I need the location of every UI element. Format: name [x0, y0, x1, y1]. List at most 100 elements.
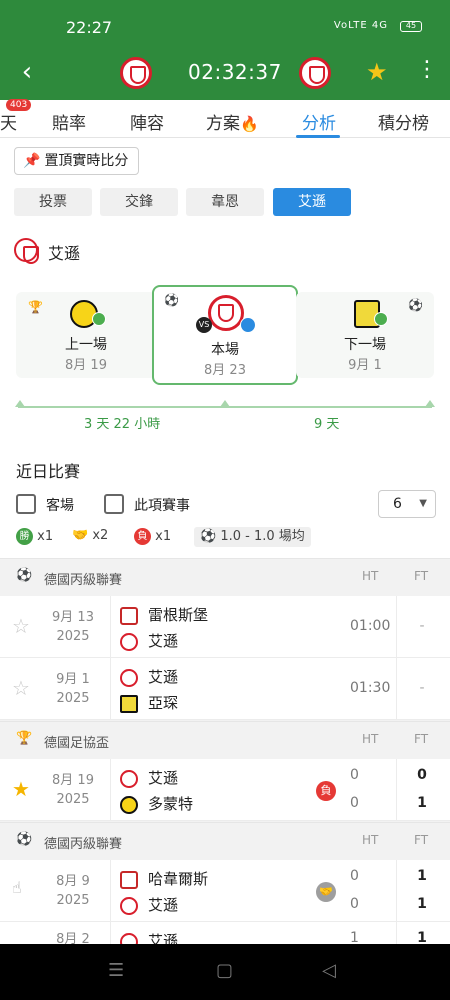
ball-icon: ⚽ — [200, 529, 217, 544]
ft-score: - — [419, 680, 425, 696]
match-row[interactable]: ☆ 9月 13 2025 雷根斯堡 艾遜 01:00 - — [0, 596, 450, 658]
win-count: x1 — [37, 529, 54, 544]
tab-analysis[interactable]: 分析 — [302, 109, 336, 134]
segment-vote[interactable]: 投票 — [14, 188, 92, 216]
league-name: 德國足協盃 — [44, 736, 110, 751]
team-crest-icon — [14, 238, 39, 264]
ht-header: HT — [362, 833, 379, 847]
match-row[interactable]: ☆ 9月 1 2025 艾遜 亞琛 01:30 - — [0, 658, 450, 720]
favorite-star-icon[interactable]: ☆ — [12, 676, 30, 700]
legend-loss: 負 x1 — [134, 528, 171, 545]
favorite-star-icon[interactable]: ★ — [12, 777, 30, 801]
signal-indicator: VoLTE 4G — [333, 20, 388, 31]
app-header: 22:27 VoLTE 4G 45 ‹ 02:32:37 ★ ⋮ — [0, 0, 450, 100]
team-crest-icon — [120, 606, 138, 625]
chevron-down-icon: ▼ — [419, 498, 427, 509]
team-crest-icon — [120, 795, 138, 814]
home-team: 艾遜 — [120, 930, 178, 944]
timeline-marker — [220, 400, 230, 407]
match-timer: 02:32:37 — [188, 60, 282, 84]
tab-plans[interactable]: 方案🔥 — [206, 109, 259, 134]
segment-h2h[interactable]: 交鋒 — [100, 188, 178, 216]
draw-handshake-icon: 🤝 — [72, 528, 89, 543]
favorite-star-icon[interactable]: ☆ — [12, 614, 30, 638]
home-venue-icon — [374, 312, 388, 326]
match-day: 9月 1 — [56, 672, 90, 687]
team-crest-icon — [120, 694, 138, 713]
ft-home-score: 0 — [417, 767, 427, 783]
loss-count: x1 — [155, 529, 172, 544]
divider — [396, 759, 397, 821]
kickoff-time: 01:00 — [350, 618, 391, 634]
league-header: ⚽ 德國丙級聯賽 HT FT — [0, 558, 450, 594]
previous-match-label: 上一場 — [65, 337, 107, 353]
away-filter-label: 客場 — [46, 498, 74, 514]
current-match-label: 本場 — [211, 342, 239, 358]
match-bar: ‹ 02:32:37 ★ ⋮ — [0, 50, 450, 98]
team-crest-icon — [120, 769, 138, 788]
status-time: 22:27 — [66, 18, 113, 37]
ht-away-score: 0 — [350, 896, 359, 912]
timeline-marker — [425, 400, 435, 407]
gap-after-text: 9 天 — [314, 417, 340, 432]
next-match-label: 下一場 — [344, 337, 386, 353]
next-match-date: 9月 1 — [348, 358, 382, 373]
match-count-select[interactable]: 6 ▼ — [378, 490, 436, 518]
current-match-card[interactable]: ⚽ VS 本場 8月 23 — [152, 285, 298, 385]
match-row[interactable]: 8月 2 艾遜 1 1 — [0, 922, 450, 944]
next-match-card[interactable]: ⚽ 下一場 9月 1 — [296, 292, 434, 378]
tab-plans-label: 方案 — [206, 114, 240, 134]
battery-icon: 45 — [400, 21, 422, 32]
competition-filter-checkbox[interactable] — [104, 494, 124, 514]
segment-home-team[interactable]: 韋恩 — [186, 188, 264, 216]
home-team-name: 艾遜 — [148, 668, 179, 686]
gap-before-text: 3 天 22 小時 — [84, 417, 161, 432]
away-filter-checkbox[interactable] — [16, 494, 36, 514]
system-nav-bar: ☰ ▢ ◁ — [0, 944, 450, 1000]
away-team-name: 艾遜 — [148, 632, 179, 650]
vs-icon: VS — [196, 317, 212, 333]
recent-apps-icon[interactable]: ☰ — [108, 960, 124, 981]
home-icon[interactable]: ▢ — [216, 960, 233, 981]
match-date: 8月 2 — [56, 932, 90, 944]
timeline-marker — [15, 400, 25, 407]
match-day: 9月 13 — [52, 610, 94, 625]
home-team: 哈韋爾斯 — [120, 868, 208, 890]
tab-partial[interactable]: 天 — [0, 109, 17, 134]
league-name: 德國丙級聯賽 — [44, 573, 123, 588]
team-crest-icon — [120, 896, 138, 915]
home-team-crest-icon — [120, 57, 152, 89]
previous-match-card[interactable]: 🏆 上一場 8月 19 — [16, 292, 156, 378]
result-draw-icon: 🤝 — [316, 882, 336, 902]
cup-icon: 🏆 — [16, 731, 33, 746]
tab-standings[interactable]: 積分榜 — [378, 109, 429, 134]
competition-filter-label: 此項賽事 — [134, 498, 190, 514]
ft-away-score: 1 — [417, 795, 427, 811]
favorite-star-icon[interactable]: ★ — [366, 58, 388, 86]
league-icon: ⚽ — [16, 568, 33, 583]
ft-home-score: 1 — [417, 930, 427, 944]
segment-away-team[interactable]: 艾遜 — [273, 188, 351, 216]
tab-odds[interactable]: 賠率 — [52, 109, 86, 134]
pin-live-score-button[interactable]: 📌 置頂實時比分 — [14, 147, 140, 175]
match-row[interactable]: ☝ 8月 9 2025 哈韋爾斯 艾遜 🤝 0 0 1 1 — [0, 860, 450, 922]
ht-header: HT — [362, 569, 379, 583]
more-options-icon[interactable]: ⋮ — [416, 56, 438, 84]
away-team: 艾遜 — [120, 894, 178, 916]
match-row[interactable]: ★ 8月 19 2025 艾遜 多蒙特 負 0 0 0 1 — [0, 759, 450, 821]
divider — [110, 860, 111, 922]
tab-lineup[interactable]: 陣容 — [130, 109, 164, 134]
kickoff-time: 01:30 — [350, 680, 391, 696]
ft-away-score: 1 — [417, 896, 427, 912]
back-arrow-icon[interactable]: ‹ — [12, 58, 42, 88]
ht-header: HT — [362, 732, 379, 746]
swipe-hint-icon: ☝ — [12, 878, 22, 897]
match-year: 2025 — [56, 893, 90, 908]
result-loss-icon: 負 — [316, 781, 336, 801]
ht-away-score: 0 — [350, 795, 359, 811]
match-date: 8月 9 2025 — [42, 872, 104, 910]
ft-header: FT — [414, 732, 429, 746]
match-date: 9月 13 2025 — [42, 608, 104, 646]
away-venue-icon — [240, 317, 256, 333]
back-icon[interactable]: ◁ — [322, 960, 336, 981]
